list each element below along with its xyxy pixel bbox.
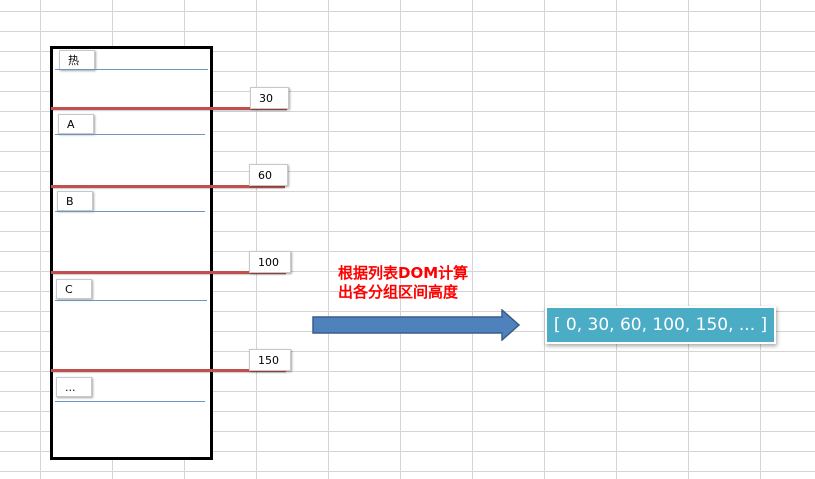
height-label-150: 150 bbox=[249, 349, 291, 371]
group-label-b: B bbox=[57, 191, 93, 211]
separator-line bbox=[55, 211, 205, 212]
separator-line bbox=[55, 134, 205, 135]
group-label-hot: 热 bbox=[59, 50, 95, 70]
separator-line bbox=[55, 401, 205, 402]
height-label-100: 100 bbox=[249, 251, 291, 273]
height-label-60: 60 bbox=[249, 164, 288, 186]
group-label-c: C bbox=[56, 279, 92, 299]
group-label-more: ... bbox=[56, 377, 92, 397]
right-arrow-icon bbox=[312, 309, 521, 341]
result-array: [ 0, 30, 60, 100, 150, ... ] bbox=[545, 306, 776, 344]
separator-line bbox=[55, 69, 208, 70]
height-label-30: 30 bbox=[250, 87, 289, 109]
calculation-note: 根据列表DOM计算 出各分组区间高度 bbox=[338, 264, 468, 302]
group-label-a: A bbox=[58, 114, 94, 134]
separator-line bbox=[55, 300, 207, 301]
note-line-2: 出各分组区间高度 bbox=[338, 283, 459, 301]
note-line-1: 根据列表DOM计算 bbox=[338, 264, 469, 282]
